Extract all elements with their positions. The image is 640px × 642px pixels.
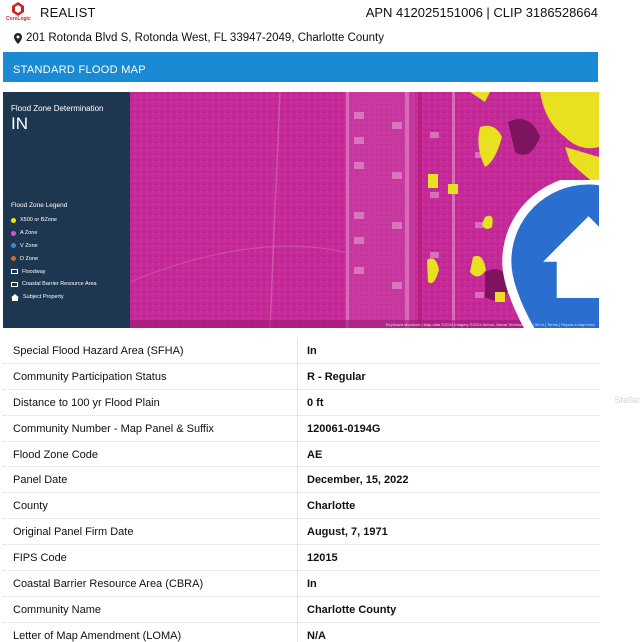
subject-property-marker-icon [502, 180, 599, 328]
legend-item: D Zone [11, 252, 97, 265]
row-value: N/A [307, 629, 326, 642]
row-value: August, 7, 1971 [307, 526, 388, 539]
property-address: 201 Rotonda Blvd S, Rotonda West, FL 339… [14, 32, 384, 44]
table-row: Flood Zone Code AE [3, 442, 599, 468]
table-row: County Charlotte [3, 493, 599, 520]
legend-item: A Zone [11, 227, 97, 240]
row-value: 120061-0194G [307, 422, 381, 435]
legend-list: X500 or BZone A Zone V Zone D Zone Floodway C… [11, 214, 97, 304]
row-label: Original Panel Firm Date [13, 526, 134, 539]
row-label: Community Number - Map Panel & Suffix [13, 422, 214, 435]
brand-title: REALIST [40, 5, 96, 20]
location-pin-icon [14, 32, 22, 44]
legend-item: Coastal Barrier Resource Area [11, 278, 97, 291]
legend-label: Subject Property [23, 294, 64, 301]
logo-text: CoreLogic [6, 16, 31, 22]
legend-item: Subject Property [11, 291, 97, 304]
table-row: Coastal Barrier Resource Area (CBRA) In [3, 571, 599, 597]
column-divider [297, 338, 298, 642]
legend-dot-icon [11, 256, 16, 262]
report-header: CoreLogic REALIST APN 412025151006 | CLI… [0, 0, 640, 26]
table-row: FIPS Code 12015 [3, 545, 599, 572]
table-row: Distance to 100 yr Flood Plain 0 ft [3, 390, 599, 416]
legend-item: X500 or BZone [11, 214, 97, 227]
house-icon [11, 293, 19, 301]
row-value: Charlotte [307, 500, 356, 513]
legend-label: D Zone [20, 255, 39, 262]
legend-square-icon [11, 281, 18, 287]
map-legend-panel: Flood Zone Determination IN Flood Zone L… [3, 92, 130, 328]
row-label: Community Name [13, 603, 102, 616]
row-label: Letter of Map Amendment (LOMA) [13, 629, 182, 642]
row-label: FIPS Code [13, 552, 67, 565]
legend-label: Floodway [22, 268, 46, 275]
corelogic-logo-icon [12, 2, 24, 16]
legend-dot-icon [11, 217, 16, 223]
row-value: 0 ft [307, 396, 324, 409]
row-label: Flood Zone Code [13, 448, 98, 461]
row-value: In [307, 345, 317, 357]
legend-label: Coastal Barrier Resource Area [22, 281, 97, 288]
row-value: Charlotte County [307, 603, 397, 616]
watermark: Stellar [614, 395, 640, 405]
flood-zone-determination-value: IN [11, 114, 28, 133]
row-value: R - Regular [307, 370, 366, 383]
legend-dot-icon [11, 243, 16, 249]
flood-details-table: Special Flood Hazard Area (SFHA) In Commun… [3, 338, 599, 642]
legend-label: A Zone [20, 230, 38, 237]
row-label: Special Flood Hazard Area (SFHA) [13, 345, 184, 357]
legend-dot-icon [11, 230, 16, 236]
legend-label: V Zone [20, 242, 38, 249]
row-label: Panel Date [13, 474, 68, 487]
table-row: Panel Date December, 15, 2022 [3, 467, 599, 494]
row-value: 12015 [307, 552, 338, 565]
corelogic-logo: CoreLogic [6, 2, 31, 24]
table-row: Special Flood Hazard Area (SFHA) In [3, 338, 599, 364]
legend-square-icon [11, 269, 18, 275]
row-label: Community Participation Status [13, 370, 167, 383]
address-text: 201 Rotonda Blvd S, Rotonda West, FL 339… [26, 32, 384, 44]
legend-label: X500 or BZone [20, 217, 57, 224]
row-label: County [13, 500, 48, 513]
table-row: Letter of Map Amendment (LOMA) N/A [3, 623, 599, 642]
row-value: December, 15, 2022 [307, 474, 409, 487]
legend-title: Flood Zone Legend [11, 202, 68, 209]
legend-item: Floodway [11, 265, 97, 278]
flood-map: Flood Zone Determination IN Flood Zone L… [3, 92, 599, 328]
legend-item: V Zone [11, 240, 97, 253]
row-value: In [307, 578, 317, 591]
table-row: Original Panel Firm Date August, 7, 1971 [3, 519, 599, 546]
row-value: AE [307, 448, 323, 461]
row-label: Coastal Barrier Resource Area (CBRA) [13, 578, 204, 591]
table-row: Community Name Charlotte County [3, 597, 599, 623]
section-banner: STANDARD FLOOD MAP [3, 52, 598, 82]
aerial-map-image: Keyboard shortcuts | Map data ©2024 Imag… [130, 92, 599, 328]
table-row: Community Participation Status R - Regula… [3, 364, 599, 390]
table-row: Community Number - Map Panel & Suffix 120… [3, 416, 599, 442]
map-attribution: Keyboard shortcuts | Map data ©2024 Imag… [385, 322, 595, 327]
apn-clip: APN 412025151006 | CLIP 3186528664 [365, 5, 598, 20]
row-label: Distance to 100 yr Flood Plain [13, 396, 160, 409]
flood-zone-determination-label: Flood Zone Determination [11, 104, 104, 113]
